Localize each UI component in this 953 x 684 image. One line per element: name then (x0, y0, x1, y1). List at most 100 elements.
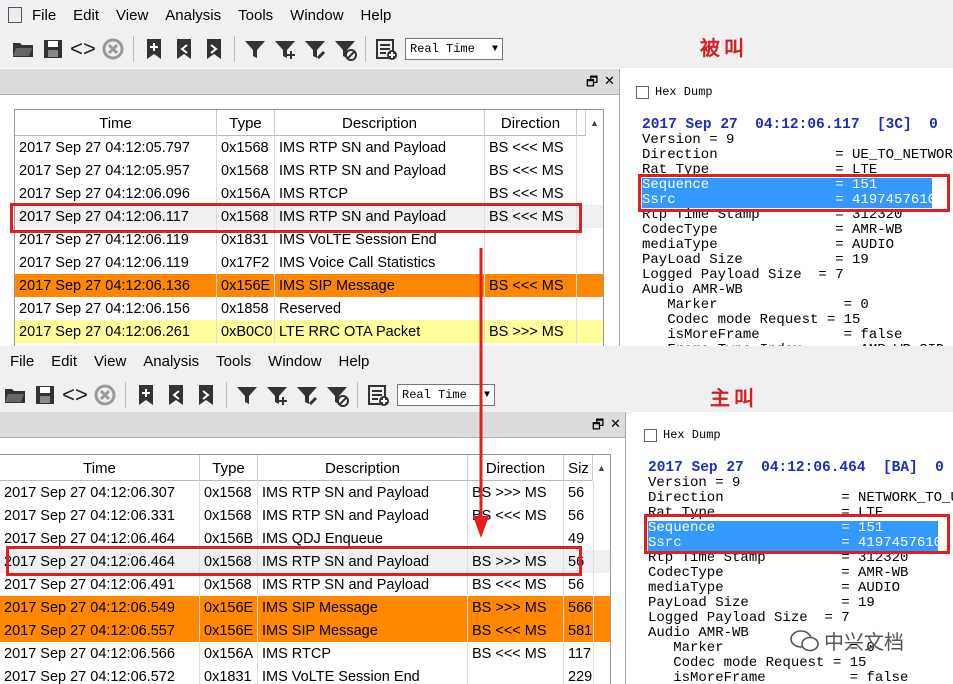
cell-desc: IMS RTP SN and Payload (275, 159, 485, 182)
menu-edit[interactable]: Edit (51, 353, 77, 370)
col-direction[interactable]: Direction (485, 110, 577, 136)
menu-help[interactable]: Help (339, 353, 370, 370)
code-brackets-icon[interactable]: <> (68, 34, 98, 64)
menu-help[interactable]: Help (361, 7, 392, 24)
new-view-icon[interactable] (363, 380, 393, 410)
table-row[interactable]: 2017 Sep 27 04:12:06.096 0x156A IMS RTCP BS… (15, 182, 603, 205)
cell-type: 0x1568 (217, 159, 275, 182)
col-time[interactable]: Time (15, 110, 217, 136)
menu-tools[interactable]: Tools (216, 353, 251, 370)
menu-bar: File Edit View Analysis Tools Window Hel… (0, 0, 953, 30)
filter-edit-icon[interactable] (300, 34, 330, 64)
cell-desc: IMS RTP SN and Payload (258, 481, 468, 504)
watermark: 中兴文档 (790, 626, 904, 655)
cell-time: 2017 Sep 27 04:12:05.957 (15, 159, 217, 182)
menu-edit[interactable]: Edit (73, 7, 99, 24)
cell-type: 0x156E (217, 274, 275, 297)
menu-analysis[interactable]: Analysis (143, 353, 199, 370)
table-row[interactable]: 2017 Sep 27 04:12:06.307 0x1568 IMS RTP SN… (0, 481, 610, 504)
table-row[interactable]: 2017 Sep 27 04:12:06.119 0x17F2 IMS Voice … (15, 251, 603, 274)
table-row[interactable]: 2017 Sep 27 04:12:06.491 0x1568 IMS RTP SN… (0, 573, 610, 596)
cell-desc: IMS SIP Message (258, 619, 468, 642)
table-row[interactable]: 2017 Sep 27 04:12:06.557 0x156E IMS SIP Me… (0, 619, 610, 642)
table-row[interactable]: 2017 Sep 27 04:12:06.261 0xB0C0 LTE RRC OT… (15, 320, 603, 343)
col-time[interactable]: Time (0, 455, 200, 481)
bookmark-prev-icon[interactable] (161, 380, 191, 410)
cell-type: 0x1568 (200, 550, 258, 573)
col-type[interactable]: Type (217, 110, 275, 136)
restore-icon[interactable]: 🗗 (586, 73, 598, 95)
table-row[interactable]: 2017 Sep 27 04:12:06.117 0x1568 IMS RTP SN… (15, 205, 603, 228)
cell-dir: BS <<< MS (468, 573, 564, 596)
realtime-select[interactable]: Real Time ▼ (405, 38, 503, 60)
filter-icon[interactable] (240, 34, 270, 64)
hex-dump-toggle[interactable]: Hex Dump (644, 428, 721, 442)
cell-time: 2017 Sep 27 04:12:06.557 (0, 619, 200, 642)
new-view-icon[interactable] (371, 34, 401, 64)
table-row[interactable]: 2017 Sep 27 04:12:05.957 0x1568 IMS RTP SN… (15, 159, 603, 182)
hex-dump-checkbox[interactable] (644, 428, 657, 442)
bookmark-add-icon[interactable] (131, 380, 161, 410)
table-row[interactable]: 2017 Sep 27 04:12:06.572 0x1831 IMS VoLTE … (0, 665, 610, 684)
close-icon[interactable]: ✕ (610, 416, 621, 432)
cell-size: 56 (564, 573, 594, 596)
filter-clear-icon[interactable] (322, 380, 352, 410)
stop-icon[interactable] (90, 380, 120, 410)
table-row[interactable]: 2017 Sep 27 04:12:06.119 0x1831 IMS VoLTE … (15, 228, 603, 251)
stop-icon[interactable] (98, 34, 128, 64)
open-folder-icon[interactable] (0, 380, 30, 410)
cell-time: 2017 Sep 27 04:12:06.136 (15, 274, 217, 297)
table-row[interactable]: 2017 Sep 27 04:12:06.464 0x156B IMS QDJ En… (0, 527, 610, 550)
table-row[interactable]: 2017 Sep 27 04:12:06.566 0x156A IMS RTCP BS… (0, 642, 610, 665)
bookmark-prev-icon[interactable] (169, 34, 199, 64)
open-folder-icon[interactable] (8, 34, 38, 64)
hex-dump-checkbox[interactable] (636, 85, 649, 99)
menu-window[interactable]: Window (290, 7, 343, 24)
detail-field: Rtp Time Stamp = 312320 (642, 207, 903, 223)
col-type[interactable]: Type (200, 455, 258, 481)
col-size[interactable]: Siz (564, 455, 594, 481)
menu-file[interactable]: File (10, 353, 34, 370)
filter-add-icon[interactable] (262, 380, 292, 410)
detail-field: mediaType = AUDIO (648, 580, 901, 596)
menu-tools[interactable]: Tools (238, 7, 273, 24)
filter-add-icon[interactable] (270, 34, 300, 64)
menu-analysis[interactable]: Analysis (165, 7, 221, 24)
filter-icon[interactable] (232, 380, 262, 410)
bookmark-next-icon[interactable] (191, 380, 221, 410)
bookmark-add-icon[interactable] (139, 34, 169, 64)
table-row[interactable]: 2017 Sep 27 04:12:06.549 0x156E IMS SIP Me… (0, 596, 610, 619)
packet-list-window: 🗗 ✕ Time Type Description Direction 2017… (0, 69, 620, 346)
col-description[interactable]: Description (258, 455, 468, 481)
hex-dump-toggle[interactable]: Hex Dump (636, 85, 713, 99)
cell-type: 0x156A (200, 642, 258, 665)
restore-icon[interactable]: 🗗 (592, 416, 604, 438)
code-brackets-icon[interactable]: <> (60, 380, 90, 410)
match-arrow (473, 248, 489, 538)
table-row[interactable]: 2017 Sep 27 04:12:06.156 0x1858 Reserved (15, 297, 603, 320)
col-description[interactable]: Description (275, 110, 485, 136)
filter-edit-icon[interactable] (292, 380, 322, 410)
detail-field: Sequence = 151 (642, 178, 932, 193)
hex-dump-label: Hex Dump (663, 428, 721, 442)
table-row[interactable]: 2017 Sep 27 04:12:05.797 0x1568 IMS RTP SN… (15, 136, 603, 159)
cell-type: 0x17F2 (217, 251, 275, 274)
menu-view[interactable]: View (116, 7, 148, 24)
table-row[interactable]: 2017 Sep 27 04:12:06.464 0x1568 IMS RTP SN… (0, 550, 610, 573)
filter-clear-icon[interactable] (330, 34, 360, 64)
menu-view[interactable]: View (94, 353, 126, 370)
save-icon[interactable] (30, 380, 60, 410)
table-row[interactable]: 2017 Sep 27 04:12:06.136 0x156E IMS SIP Me… (15, 274, 603, 297)
close-icon[interactable]: ✕ (604, 73, 615, 89)
cell-dir: BS <<< MS (485, 136, 577, 159)
bookmark-next-icon[interactable] (199, 34, 229, 64)
menu-file[interactable]: File (32, 7, 56, 24)
table-row[interactable]: 2017 Sep 27 04:12:06.331 0x1568 IMS RTP SN… (0, 504, 610, 527)
save-icon[interactable] (38, 34, 68, 64)
menu-window[interactable]: Window (268, 353, 321, 370)
cell-size: 581 (564, 619, 594, 642)
cell-desc: IMS RTP SN and Payload (258, 504, 468, 527)
cell-dir: BS >>> MS (485, 320, 577, 343)
scroll-up-icon[interactable]: ▲ (585, 110, 603, 136)
scroll-up-icon[interactable]: ▲ (592, 455, 610, 481)
